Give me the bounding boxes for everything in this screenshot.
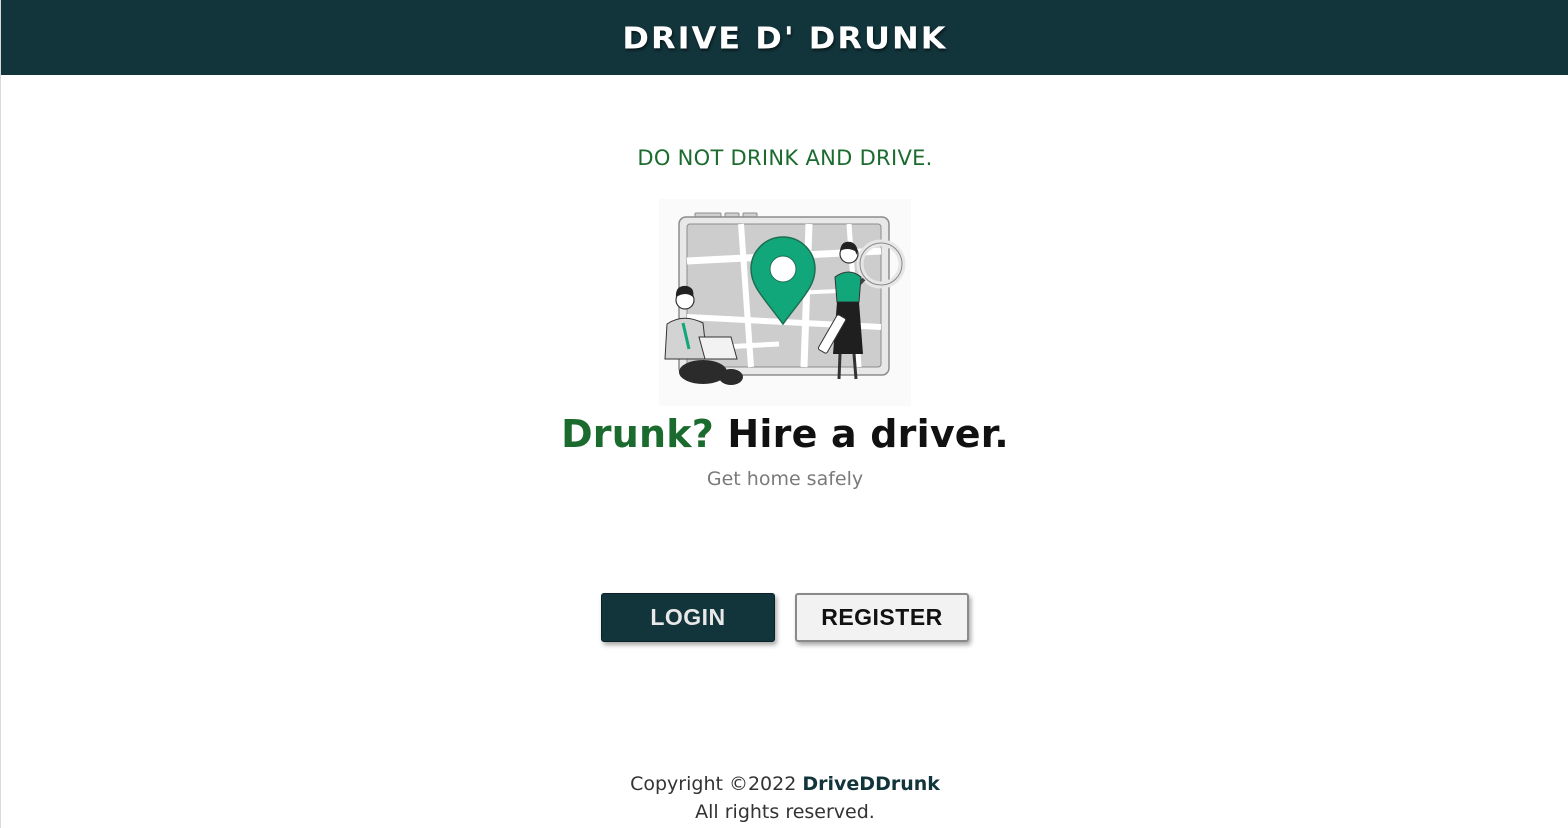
page: DRIVE D' DRUNK DO NOT DRINK AND DRIVE. D… bbox=[0, 0, 1568, 828]
headline-rest: Hire a driver. bbox=[727, 412, 1009, 456]
copyright-brand: DriveDDrunk bbox=[802, 773, 940, 795]
map-pin-people-illustration bbox=[659, 199, 911, 406]
top-bar: DRIVE D' DRUNK bbox=[1, 0, 1568, 75]
rights-text: All rights reserved. bbox=[695, 801, 875, 823]
slogan-text: DO NOT DRINK AND DRIVE. bbox=[637, 146, 933, 170]
headline: Drunk? Hire a driver. bbox=[1, 412, 1568, 456]
login-button[interactable]: LOGIN bbox=[601, 593, 775, 642]
copyright-prefix: Copyright ©2022 bbox=[630, 773, 797, 795]
subheadline: Get home safely bbox=[706, 468, 864, 490]
register-button[interactable]: REGISTER bbox=[795, 593, 969, 642]
copyright-line: Copyright ©2022 DriveDDrunk bbox=[1, 770, 1568, 798]
brand-logo-text[interactable]: DRIVE D' DRUNK bbox=[622, 19, 947, 55]
headline-accent: Drunk? bbox=[561, 412, 714, 456]
footer: Copyright ©2022 DriveDDrunk All rights r… bbox=[1, 770, 1568, 826]
